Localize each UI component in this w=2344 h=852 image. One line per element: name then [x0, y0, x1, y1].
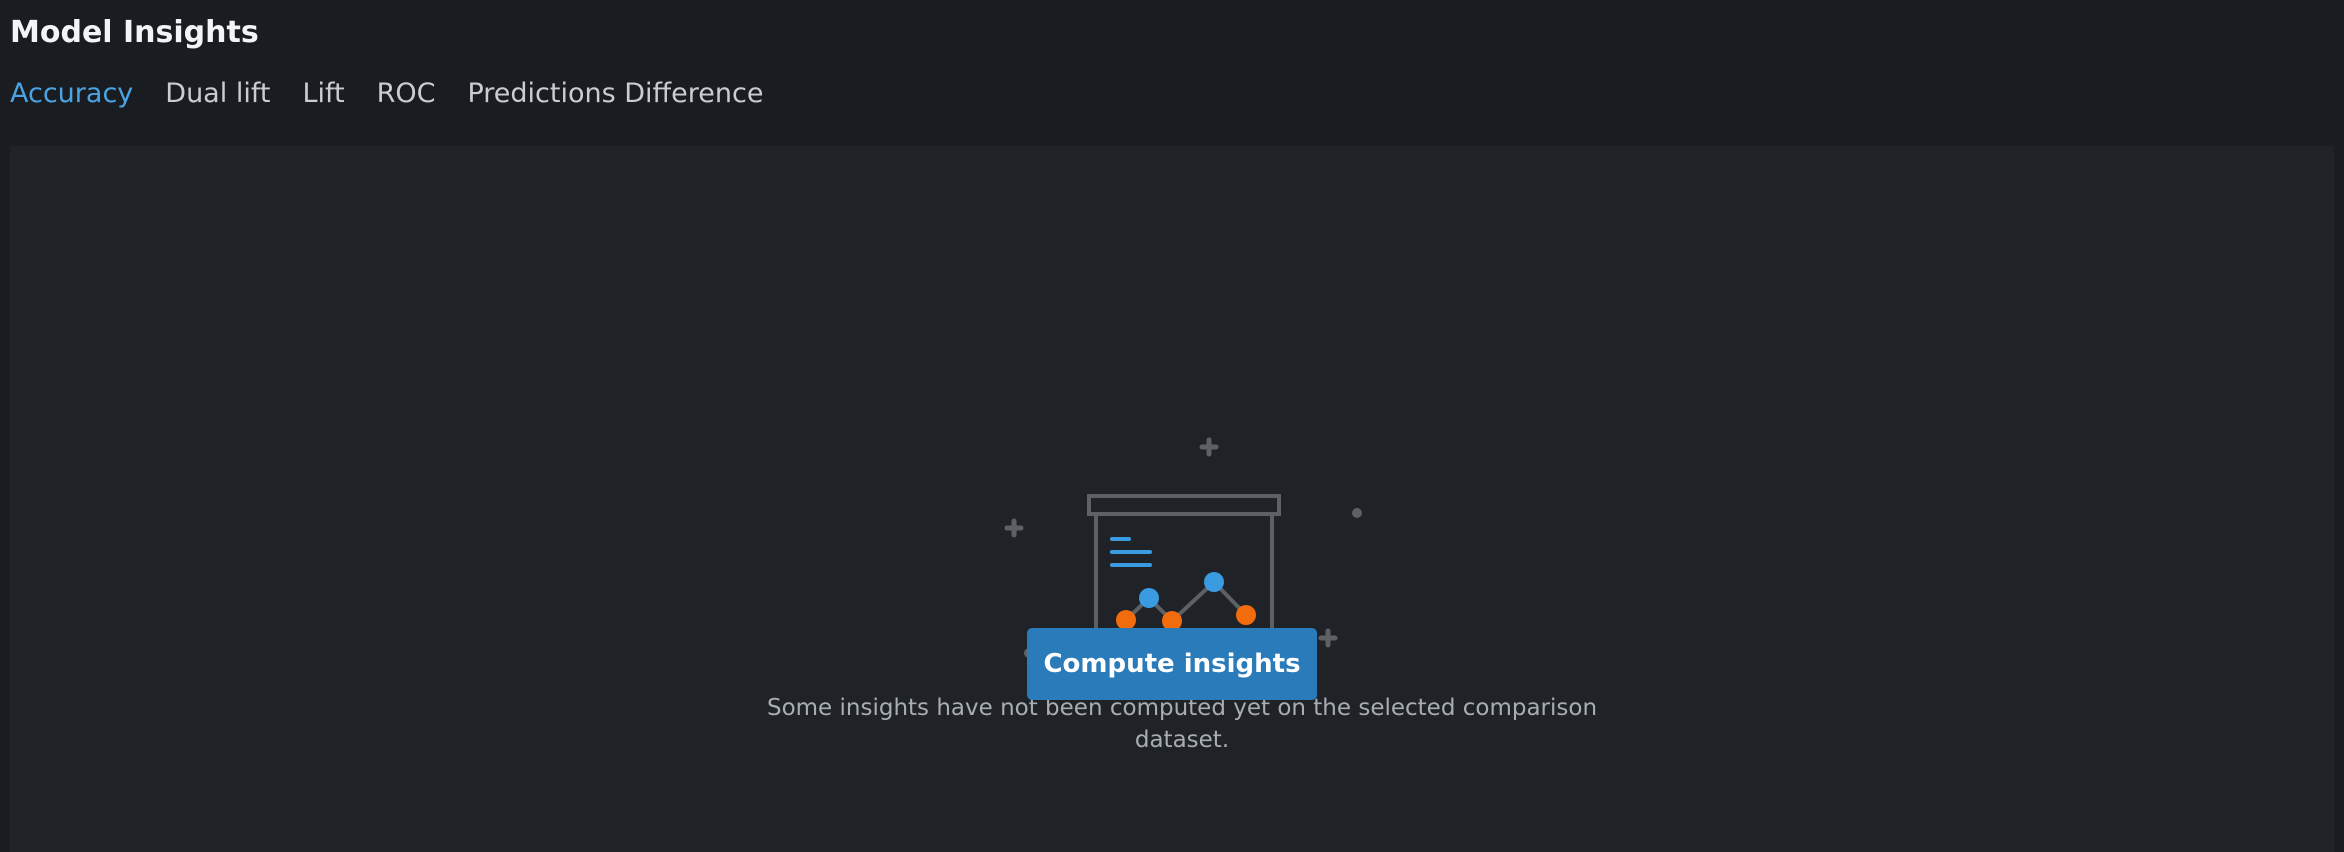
tab-predictions-difference[interactable]: Predictions Difference	[467, 74, 763, 114]
legend-lines-icon	[1110, 537, 1152, 567]
chart-point-blue	[1204, 572, 1224, 592]
tab-lift[interactable]: Lift	[302, 74, 344, 114]
sparkle-plus-icon	[1199, 437, 1219, 457]
sparkle-plus-icon	[1318, 628, 1338, 648]
model-insights-page: Model Insights Accuracy Dual lift Lift R…	[0, 0, 2344, 852]
tab-roc[interactable]: ROC	[377, 74, 436, 114]
chart-point-blue	[1139, 588, 1159, 608]
sparkle-dot-icon	[1352, 508, 1362, 518]
page-title: Model Insights	[10, 15, 259, 50]
compute-insights-button[interactable]: Compute insights	[1027, 628, 1317, 700]
sparkle-plus-icon	[1004, 518, 1024, 538]
chart-point-orange	[1236, 605, 1256, 625]
empty-state-message: Some insights have not been computed yet…	[766, 695, 1598, 753]
chart-point-orange	[1116, 610, 1136, 630]
tab-accuracy[interactable]: Accuracy	[10, 74, 133, 114]
tab-dual-lift[interactable]: Dual lift	[165, 74, 270, 114]
screen-top-bar	[1087, 494, 1281, 516]
empty-state: Some insights have not been computed yet…	[10, 146, 2334, 852]
insights-panel: Some insights have not been computed yet…	[10, 146, 2334, 852]
insights-tabs: Accuracy Dual lift Lift ROC Predictions …	[10, 74, 795, 114]
